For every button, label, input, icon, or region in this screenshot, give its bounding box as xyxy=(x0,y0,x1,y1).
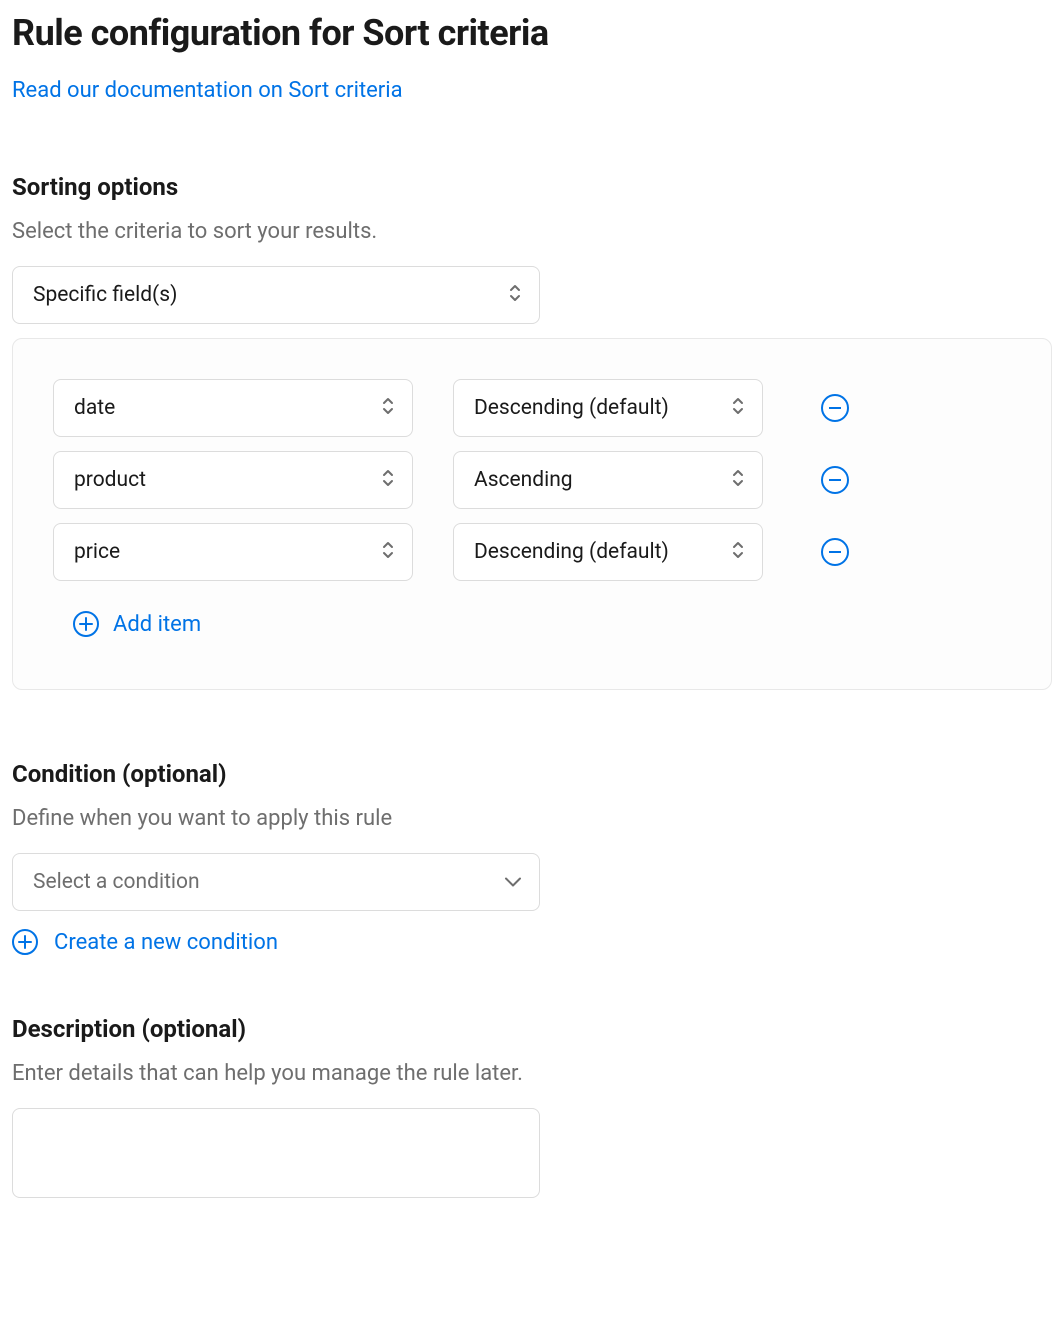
page-title: Rule configuration for Sort criteria xyxy=(12,12,1052,54)
sort-criteria-select[interactable]: Specific field(s) xyxy=(12,266,540,324)
condition-select[interactable]: Select a condition xyxy=(12,853,540,911)
description-input[interactable] xyxy=(12,1108,540,1198)
add-item-label: Add item xyxy=(113,612,201,637)
description-helper: Enter details that can help you manage t… xyxy=(12,1061,1052,1086)
minus-icon xyxy=(829,407,841,409)
add-item-button[interactable]: Add item xyxy=(73,611,201,637)
sorting-options-heading: Sorting options xyxy=(12,173,1052,201)
create-condition-label: Create a new condition xyxy=(54,930,278,955)
documentation-link[interactable]: Read our documentation on Sort criteria xyxy=(12,78,403,103)
remove-row-button[interactable] xyxy=(821,466,849,494)
condition-helper: Define when you want to apply this rule xyxy=(12,806,1052,831)
sort-field-select[interactable]: price xyxy=(53,523,413,581)
sort-field-row: price Descending (default) xyxy=(53,523,1011,581)
plus-icon xyxy=(12,929,38,955)
condition-section: Condition (optional) Define when you wan… xyxy=(12,760,1052,955)
sort-field-row: product Ascending xyxy=(53,451,1011,509)
sort-direction-select[interactable]: Descending (default) xyxy=(453,379,763,437)
minus-icon xyxy=(829,479,841,481)
sort-field-row: date Descending (default) xyxy=(53,379,1011,437)
remove-row-button[interactable] xyxy=(821,538,849,566)
plus-icon xyxy=(73,611,99,637)
sort-field-select[interactable]: product xyxy=(53,451,413,509)
remove-row-button[interactable] xyxy=(821,394,849,422)
sort-field-select[interactable]: date xyxy=(53,379,413,437)
sorting-options-section: Sorting options Select the criteria to s… xyxy=(12,173,1052,690)
description-section: Description (optional) Enter details tha… xyxy=(12,1015,1052,1202)
sorting-options-helper: Select the criteria to sort your results… xyxy=(12,219,1052,244)
minus-icon xyxy=(829,551,841,553)
sort-direction-select[interactable]: Descending (default) xyxy=(453,523,763,581)
description-heading: Description (optional) xyxy=(12,1015,1052,1043)
sort-direction-select[interactable]: Ascending xyxy=(453,451,763,509)
create-condition-button[interactable]: Create a new condition xyxy=(12,929,278,955)
sort-fields-panel: date Descending (default) xyxy=(12,338,1052,690)
condition-heading: Condition (optional) xyxy=(12,760,1052,788)
